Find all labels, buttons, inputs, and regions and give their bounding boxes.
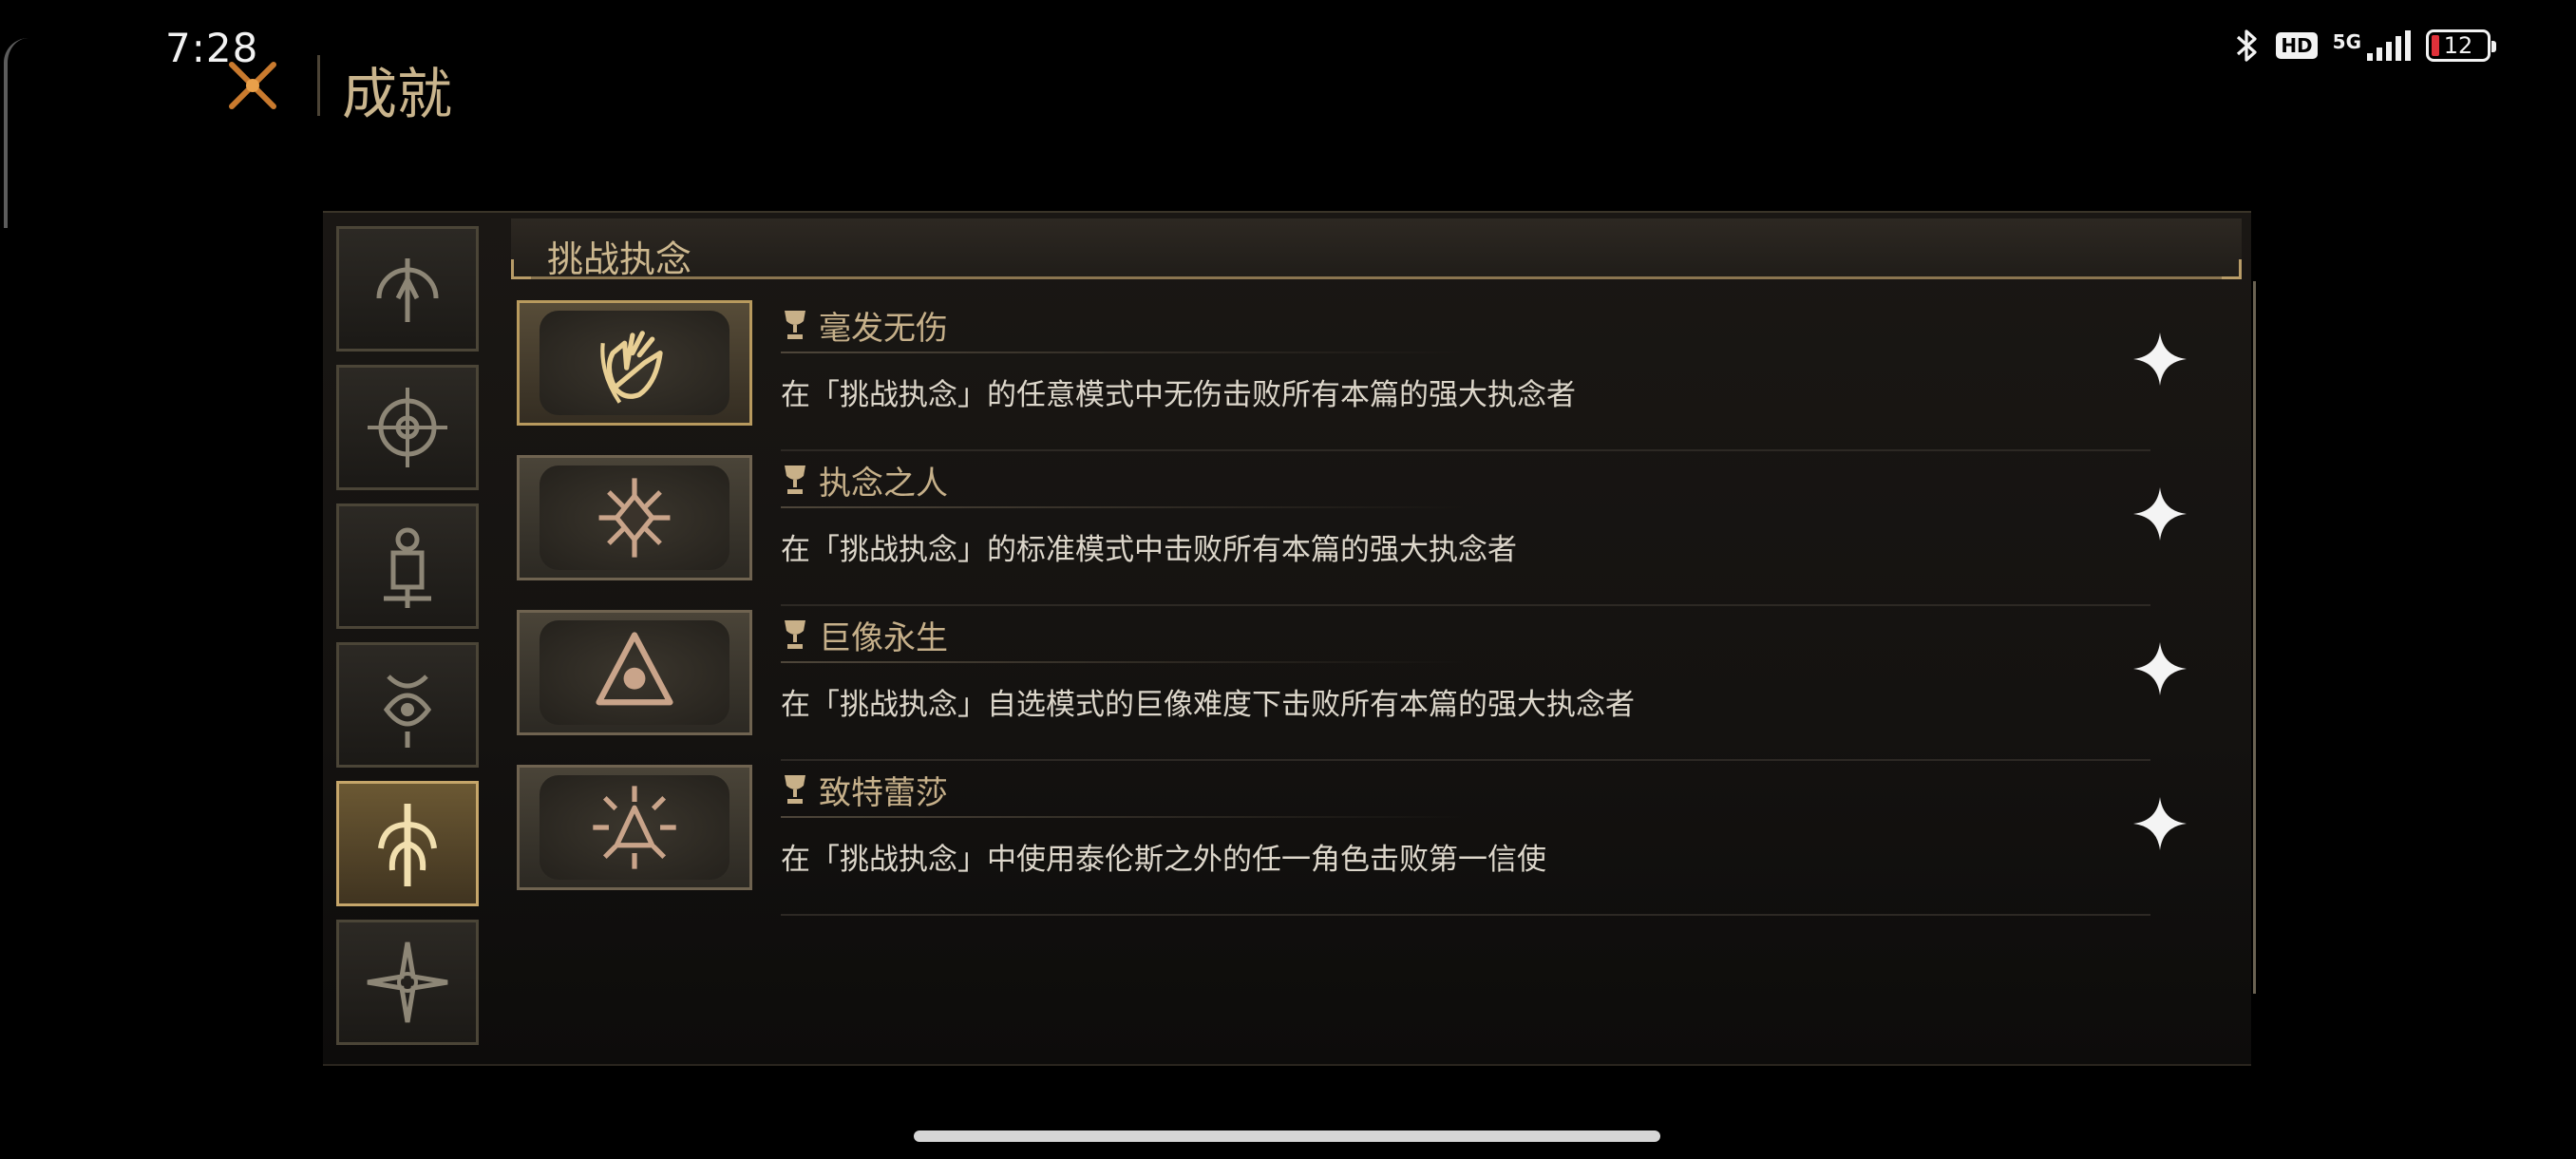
name-underline (781, 352, 1465, 353)
category-tab-6[interactable] (336, 920, 479, 1045)
sigil-arc-icon (376, 258, 439, 322)
trophy-icon (785, 466, 805, 494)
section-header: 挑战执念 (511, 218, 2242, 280)
network-label: 5G (2332, 30, 2361, 53)
name-underline (781, 816, 1465, 818)
achievement-description: 在「挑战执念」的标准模式中击败所有本篇的强大执念者 (781, 533, 1517, 567)
category-tab-2[interactable] (336, 365, 479, 490)
achievement-list: 毫发无伤 在「挑战执念」的任意模式中无伤击败所有本篇的强大执念者 执念之人 在「… (517, 296, 2255, 916)
achievement-name: 致特蕾莎 (819, 774, 948, 812)
trophy-icon (785, 311, 805, 339)
achievement-description: 在「挑战执念」的任意模式中无伤击败所有本篇的强大执念者 (781, 378, 1576, 412)
achievement-thumbnail (517, 610, 752, 735)
back-gesture-edge (4, 38, 28, 228)
bluetooth-icon (2237, 29, 2257, 62)
achievement-row[interactable]: 巨像永生 在「挑战执念」自选模式的巨像难度下击败所有本篇的强大执念者 (517, 606, 2255, 761)
section-title: 挑战执念 (547, 238, 692, 280)
sigil-lantern-icon (384, 527, 431, 608)
sigil-star-burst-icon (367, 941, 448, 1023)
achievement-panel: 挑战执念 毫发无伤 在「挑战执念」的任意模式中无伤击败所有本篇的强大执念者 执念… (323, 211, 2256, 1066)
trophy-icon (785, 620, 805, 649)
sparkle-icon (2133, 332, 2187, 386)
achievement-name: 毫发无伤 (819, 310, 948, 348)
radiant-sigil-icon (598, 478, 671, 558)
name-underline (781, 506, 1465, 508)
hand-icon (600, 331, 663, 404)
achievement-thumbnail (517, 455, 752, 580)
row-divider (781, 914, 2150, 916)
home-indicator[interactable] (914, 1130, 1660, 1142)
title-separator (317, 55, 320, 116)
crossed-swords-icon[interactable] (224, 57, 281, 114)
starburst-triangle-icon (593, 786, 676, 869)
achievement-name: 巨像永生 (819, 619, 948, 657)
achievement-row[interactable]: 执念之人 在「挑战执念」的标准模式中击败所有本篇的强大执念者 (517, 451, 2255, 606)
page-title: 成就 (342, 62, 453, 126)
eye-triangle-icon (596, 632, 673, 706)
achievement-row[interactable]: 毫发无伤 在「挑战执念」的任意模式中无伤击败所有本篇的强大执念者 (517, 296, 2255, 451)
category-tab-4[interactable] (336, 642, 479, 768)
sigil-tree-icon (378, 804, 437, 886)
achievement-thumbnail (517, 300, 752, 426)
battery-icon: 12 (2426, 29, 2496, 62)
achievement-description: 在「挑战执念」自选模式的巨像难度下击败所有本篇的强大执念者 (781, 688, 1635, 722)
sparkle-icon (2133, 797, 2187, 850)
achievement-name: 执念之人 (819, 465, 948, 503)
category-tab-1[interactable] (336, 226, 479, 352)
category-tab-5[interactable] (336, 781, 479, 906)
category-column (336, 226, 488, 1058)
achievement-description: 在「挑战执念」中使用泰伦斯之外的任一角色击败第一信使 (781, 843, 1546, 877)
battery-level: 12 (2443, 32, 2473, 59)
category-tab-3[interactable] (336, 504, 479, 629)
sigil-compass-icon (368, 388, 447, 467)
sparkle-icon (2133, 487, 2187, 541)
achievement-row[interactable]: 致特蕾莎 在「挑战执念」中使用泰伦斯之外的任一角色击败第一信使 (517, 761, 2255, 916)
trophy-icon (785, 775, 805, 804)
hd-badge: HD (2276, 32, 2318, 59)
status-icons: HD 5G 12 (2234, 27, 2496, 65)
name-underline (781, 661, 1465, 663)
sparkle-icon (2133, 642, 2187, 695)
achievement-thumbnail (517, 765, 752, 890)
signal-icon: 5G (2333, 30, 2411, 61)
sigil-eye-crown-icon (383, 674, 432, 748)
